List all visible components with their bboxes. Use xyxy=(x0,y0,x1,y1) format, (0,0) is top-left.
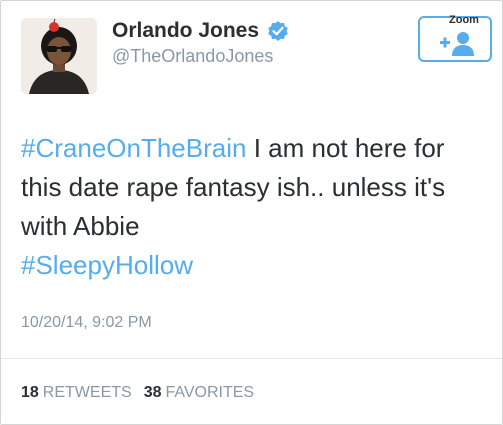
user-handle[interactable]: @TheOrlandoJones xyxy=(112,46,273,67)
avatar[interactable] xyxy=(21,18,97,94)
retweets-stat[interactable]: 18 RETWEETS xyxy=(21,384,132,402)
avatar-image xyxy=(21,18,97,94)
favorites-count: 38 xyxy=(143,384,162,401)
name-row: Orlando Jones xyxy=(112,18,289,44)
follow-user-icon xyxy=(440,32,474,56)
hashtag-sleepyhollow[interactable]: #SleepyHollow xyxy=(21,250,193,280)
favorites-label: FAVORITES xyxy=(165,384,255,401)
divider xyxy=(1,358,502,359)
tweet-stats: 18 RETWEETS 38 FAVORITES xyxy=(21,384,254,402)
retweets-label: RETWEETS xyxy=(42,384,132,401)
zoom-label: Zoom xyxy=(449,14,479,26)
retweets-count: 18 xyxy=(21,384,39,401)
favorites-stat[interactable]: 38 FAVORITES xyxy=(144,384,254,402)
tweet-text: #CraneOnTheBrain I am not here for this … xyxy=(21,129,486,285)
tweet-timestamp[interactable]: 10/20/14, 9:02 PM xyxy=(21,314,152,332)
tweet-card: Orlando Jones @TheOrlandoJones Zoom #Cra… xyxy=(0,0,503,425)
verified-badge-icon xyxy=(267,20,289,42)
hashtag-craneonthebrain[interactable]: #CraneOnTheBrain xyxy=(21,133,246,163)
display-name[interactable]: Orlando Jones xyxy=(112,18,259,44)
